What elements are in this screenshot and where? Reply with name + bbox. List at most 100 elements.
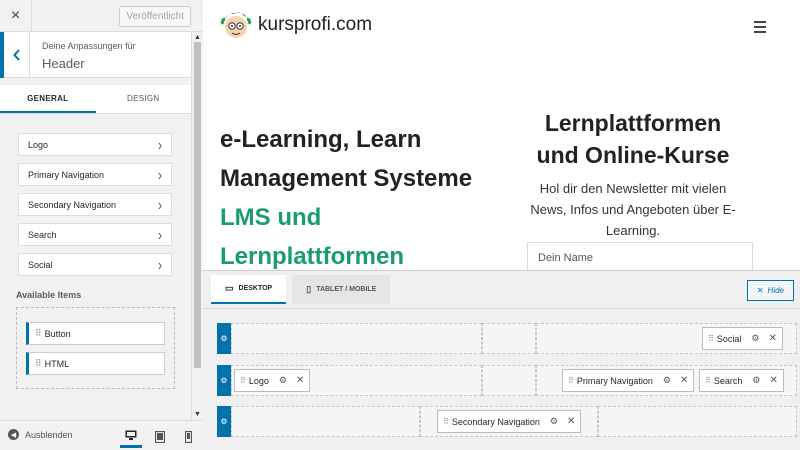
site-logo-icon[interactable] [220,10,252,42]
gear-icon[interactable]: ⚙ [752,375,760,386]
close-icon[interactable]: ✕ [768,333,776,344]
tab-label: DESKTOP [238,285,273,292]
tablet-icon: ▯ [306,284,312,294]
chip-label: Primary Navigation [576,375,653,386]
available-item-label: HTML [44,358,70,369]
builder-item-social[interactable]: ⠿ Social ⚙ ✕ [702,327,783,350]
drop-zone-right[interactable] [598,406,797,437]
gear-icon[interactable]: ⚙ [550,416,558,427]
tab-tablet-mobile[interactable]: ▯ TABLET / MOBILE [292,275,391,304]
item-label: Primary Navigation [28,169,105,180]
builder-tabs: ▭ DESKTOP ▯ TABLET / MOBILE [211,275,396,304]
section-subtitle: Deine Anpassungen für [42,41,136,51]
item-label: Logo [28,139,49,150]
drop-zone-center[interactable] [482,323,536,354]
chip-label: Logo [248,375,269,386]
scroll-up-arrow-icon[interactable]: ▲ [194,34,201,41]
desktop-icon: ▭ [225,283,234,293]
collapse-sidebar-button[interactable]: ◀ Ausblenden [8,429,73,440]
close-icon[interactable]: ✕ [680,375,688,386]
drag-handle-icon: ⠿ [568,376,574,385]
desktop-preview-button[interactable] [120,426,142,448]
tab-label: TABLET / MOBILE [316,286,377,293]
item-secondary-navigation[interactable]: Secondary Navigation › [18,193,172,216]
panel-tabs: GENERAL DESIGN [0,85,191,114]
site-title[interactable]: kursprofi.com [258,14,372,36]
chevron-right-icon: › [158,225,162,244]
chevron-right-icon: › [158,255,162,274]
builder-item-primary-navigation[interactable]: ⠿ Primary Navigation ⚙ ✕ [562,369,695,392]
name-input[interactable]: Dein Name [527,242,753,270]
drag-handle-icon: ⠿ [705,376,711,385]
drag-handle-icon: ⠿ [35,328,42,338]
panel-footer: ◀ Ausblenden [0,420,203,450]
drop-zone-left[interactable] [231,323,482,354]
drop-zone-left[interactable] [231,406,420,437]
drag-handle-icon: ⠿ [708,334,714,343]
item-label: Secondary Navigation [28,199,117,210]
available-item-html[interactable]: ⠿ HTML [26,352,165,375]
scroll-thumb[interactable] [194,42,201,368]
row-settings-icon[interactable]: ⚙ [217,323,231,354]
gear-icon[interactable]: ⚙ [279,375,287,386]
item-label: Social [28,259,53,270]
panel-scrollbar[interactable]: ▲ ▼ [191,32,203,420]
close-icon[interactable]: ✕ [769,375,777,386]
tablet-icon [155,431,165,443]
mobile-icon [184,431,192,443]
hero-line: e-Learning, Learn [220,126,422,153]
site-preview: kursprofi.com e-Learning, Learn Manageme… [203,0,800,270]
header-builder: ▭ DESKTOP ▯ TABLET / MOBILE ✕ Hide ⚙ ⠿ Socia… [203,270,800,450]
panel-topbar: × Veröffentlicht [0,0,203,32]
collapse-label: Ausblenden [25,429,73,440]
item-logo[interactable]: Logo › [18,133,172,156]
section-header: Deine Anpassungen für Header [0,32,191,78]
drag-handle-icon: ⠿ [443,417,449,426]
available-item-button[interactable]: ⠿ Button [26,322,165,345]
available-item-label: Button [44,328,71,339]
chevron-right-icon: › [158,195,162,214]
mobile-preview-button[interactable] [177,426,199,448]
close-icon[interactable]: ✕ [296,375,304,386]
header-items-list: Logo › Primary Navigation › Secondary Navi… [18,133,172,283]
chevron-left-icon [12,49,20,61]
hero-headline: e-Learning, Learn Management Systeme LMS… [220,120,472,270]
tab-general[interactable]: GENERAL [0,85,96,113]
hero-line-green: Lernplattformen [220,243,405,270]
item-search[interactable]: Search › [18,223,172,246]
builder-row-bottom: ⚙ ⠿ Secondary Navigation ⚙ ✕ [217,406,797,437]
back-button[interactable] [0,32,30,78]
drag-handle-icon: ⠿ [240,376,246,385]
builder-row-main: ⚙ ⠿ Logo ⚙ ✕ ⠿ Primary Navigation ⚙ ✕ ⠿ Search ⚙… [217,365,797,396]
builder-item-secondary-navigation[interactable]: ⠿ Secondary Navigation ⚙ ✕ [437,410,582,433]
tab-design[interactable]: DESIGN [96,85,192,113]
chevron-right-icon: › [158,165,162,184]
hide-builder-button[interactable]: ✕ Hide [746,280,794,301]
builder-item-logo[interactable]: ⠿ Logo ⚙ ✕ [234,369,311,392]
gear-icon[interactable]: ⚙ [751,333,759,344]
tablet-preview-button[interactable] [149,426,171,448]
hero-line-green: LMS und [220,204,322,231]
drop-zone-center[interactable] [482,365,536,396]
close-icon[interactable]: × [0,0,32,32]
item-label: Search [28,229,57,240]
item-social[interactable]: Social › [18,253,172,276]
tab-desktop[interactable]: ▭ DESKTOP [211,275,287,304]
arrow-left-circle-icon: ◀ [8,429,19,440]
close-icon[interactable]: ✕ [567,416,575,427]
row-settings-icon[interactable]: ⚙ [217,406,231,437]
drag-handle-icon: ⠿ [35,358,42,368]
builder-item-search[interactable]: ⠿ Search ⚙ ✕ [699,369,784,392]
publish-button[interactable]: Veröffentlicht [119,6,191,27]
builder-divider [203,308,800,309]
chevron-right-icon: › [158,135,162,154]
menu-icon[interactable] [754,21,766,36]
row-settings-icon[interactable]: ⚙ [217,365,231,396]
newsletter-text: Hol dir den Newsletter mit vielen News, … [530,181,736,238]
chip-label: Search [713,375,743,386]
item-primary-navigation[interactable]: Primary Navigation › [18,163,172,186]
gear-icon[interactable]: ⚙ [663,375,671,386]
available-items-zone: ⠿ Button ⠿ HTML [16,307,175,389]
scroll-down-arrow-icon[interactable]: ▼ [194,411,201,418]
close-icon: ✕ [756,286,764,295]
